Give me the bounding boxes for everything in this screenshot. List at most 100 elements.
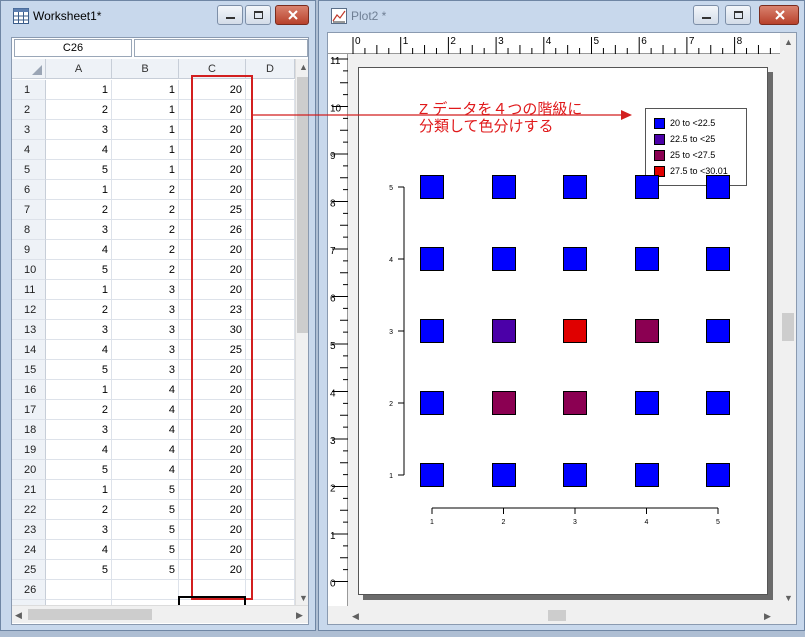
- row-header[interactable]: 24: [12, 540, 46, 560]
- cell-b[interactable]: 4: [112, 380, 179, 400]
- plot-horizontal-thumb[interactable]: [548, 610, 566, 621]
- plot-horizontal-scrollbar[interactable]: ◀ ▶: [348, 607, 780, 624]
- cell-b[interactable]: 4: [112, 460, 179, 480]
- cell-d[interactable]: [246, 140, 295, 160]
- row-header[interactable]: 22: [12, 500, 46, 520]
- row-header[interactable]: 8: [12, 220, 46, 240]
- column-header-a[interactable]: A: [46, 59, 112, 79]
- cell-a[interactable]: 4: [46, 140, 112, 160]
- plot-titlebar[interactable]: Plot2 *: [319, 1, 804, 31]
- cell-d[interactable]: [246, 100, 295, 120]
- cell-d[interactable]: [246, 560, 295, 580]
- graph-page[interactable]: Z データを４つの階級に 分類して色分けする 20 to <22.5 22.5 …: [358, 67, 768, 595]
- data-point[interactable]: [420, 319, 444, 343]
- data-point[interactable]: [420, 391, 444, 415]
- row-header[interactable]: 26: [12, 580, 46, 600]
- data-point[interactable]: [634, 175, 659, 199]
- data-point[interactable]: [563, 463, 587, 487]
- row-header[interactable]: 9: [12, 240, 46, 260]
- cell-b[interactable]: 5: [112, 480, 179, 500]
- data-point[interactable]: [563, 175, 587, 199]
- cell-d[interactable]: [246, 580, 295, 600]
- cell-a[interactable]: 1: [46, 380, 112, 400]
- data-point[interactable]: [491, 175, 516, 199]
- cell-d[interactable]: [246, 320, 295, 340]
- cell-b[interactable]: 2: [112, 220, 179, 240]
- cell-a[interactable]: 1: [46, 280, 112, 300]
- row-header[interactable]: 7: [12, 200, 46, 220]
- row-header[interactable]: 20: [12, 460, 46, 480]
- cell-d[interactable]: [246, 520, 295, 540]
- plot-maximize-button[interactable]: [725, 5, 751, 25]
- plot-vertical-scrollbar[interactable]: ▲ ▼: [780, 33, 796, 607]
- cell-d[interactable]: [246, 280, 295, 300]
- data-point[interactable]: [706, 319, 730, 343]
- cell-a[interactable]: 5: [46, 560, 112, 580]
- cell-b[interactable]: 4: [112, 420, 179, 440]
- cell-d[interactable]: [246, 380, 295, 400]
- cell-a[interactable]: 5: [46, 360, 112, 380]
- scroll-down-icon[interactable]: ▼: [299, 593, 308, 603]
- row-header[interactable]: 18: [12, 420, 46, 440]
- cell-d[interactable]: [246, 200, 295, 220]
- cell-a[interactable]: 2: [46, 100, 112, 120]
- cell-a[interactable]: 1: [46, 80, 112, 100]
- cell-b[interactable]: 2: [112, 260, 179, 280]
- worksheet-vertical-thumb[interactable]: [297, 77, 308, 333]
- row-header[interactable]: 6: [12, 180, 46, 200]
- cell-b[interactable]: 3: [112, 320, 179, 340]
- data-point[interactable]: [706, 175, 730, 199]
- row-header[interactable]: 5: [12, 160, 46, 180]
- cell-b[interactable]: 1: [112, 120, 179, 140]
- color-legend[interactable]: 20 to <22.5 22.5 to <25 25 to <27.5 27.5…: [645, 108, 747, 186]
- row-header[interactable]: 1: [12, 80, 46, 100]
- cell-b[interactable]: 1: [112, 140, 179, 160]
- data-point[interactable]: [634, 319, 659, 343]
- cell-d[interactable]: [246, 440, 295, 460]
- worksheet-horizontal-scrollbar[interactable]: ◀ ▶: [12, 605, 308, 623]
- row-header[interactable]: 21: [12, 480, 46, 500]
- cell-d[interactable]: [246, 360, 295, 380]
- cell-b[interactable]: 4: [112, 440, 179, 460]
- minimize-button[interactable]: [217, 5, 243, 25]
- data-point[interactable]: [420, 247, 444, 271]
- scroll-up-icon[interactable]: ▲: [299, 62, 308, 72]
- cell-a[interactable]: 3: [46, 520, 112, 540]
- cell-d[interactable]: [246, 300, 295, 320]
- cell-b[interactable]: 3: [112, 300, 179, 320]
- row-header[interactable]: 16: [12, 380, 46, 400]
- cell-a[interactable]: 2: [46, 300, 112, 320]
- cell-a[interactable]: 3: [46, 120, 112, 140]
- plot-close-button[interactable]: [759, 5, 799, 25]
- cell-b[interactable]: 1: [112, 100, 179, 120]
- data-point[interactable]: [706, 391, 730, 415]
- cell-a[interactable]: 2: [46, 400, 112, 420]
- cell-a[interactable]: 3: [46, 320, 112, 340]
- cell-b[interactable]: 3: [112, 340, 179, 360]
- cell-d[interactable]: [246, 340, 295, 360]
- worksheet-titlebar[interactable]: Worksheet1*: [1, 1, 315, 31]
- cell-a[interactable]: 3: [46, 420, 112, 440]
- scroll-up-icon[interactable]: ▲: [784, 37, 793, 47]
- row-header[interactable]: 25: [12, 560, 46, 580]
- cell-d[interactable]: [246, 460, 295, 480]
- data-point[interactable]: [706, 247, 730, 271]
- data-point[interactable]: [634, 391, 659, 415]
- plot-vertical-thumb[interactable]: [782, 313, 794, 341]
- cell-a[interactable]: 5: [46, 260, 112, 280]
- column-header-b[interactable]: B: [112, 59, 179, 79]
- cell-d[interactable]: [246, 480, 295, 500]
- row-header[interactable]: 2: [12, 100, 46, 120]
- cell-d[interactable]: [246, 400, 295, 420]
- cell-d[interactable]: [246, 80, 295, 100]
- cell-b[interactable]: 5: [112, 540, 179, 560]
- row-header[interactable]: 14: [12, 340, 46, 360]
- data-point[interactable]: [491, 247, 516, 271]
- row-header[interactable]: 13: [12, 320, 46, 340]
- cell-d[interactable]: [246, 220, 295, 240]
- cell-b[interactable]: 3: [112, 360, 179, 380]
- data-point[interactable]: [491, 319, 516, 343]
- row-header[interactable]: 19: [12, 440, 46, 460]
- formula-bar[interactable]: [134, 39, 308, 57]
- cell-b[interactable]: 5: [112, 500, 179, 520]
